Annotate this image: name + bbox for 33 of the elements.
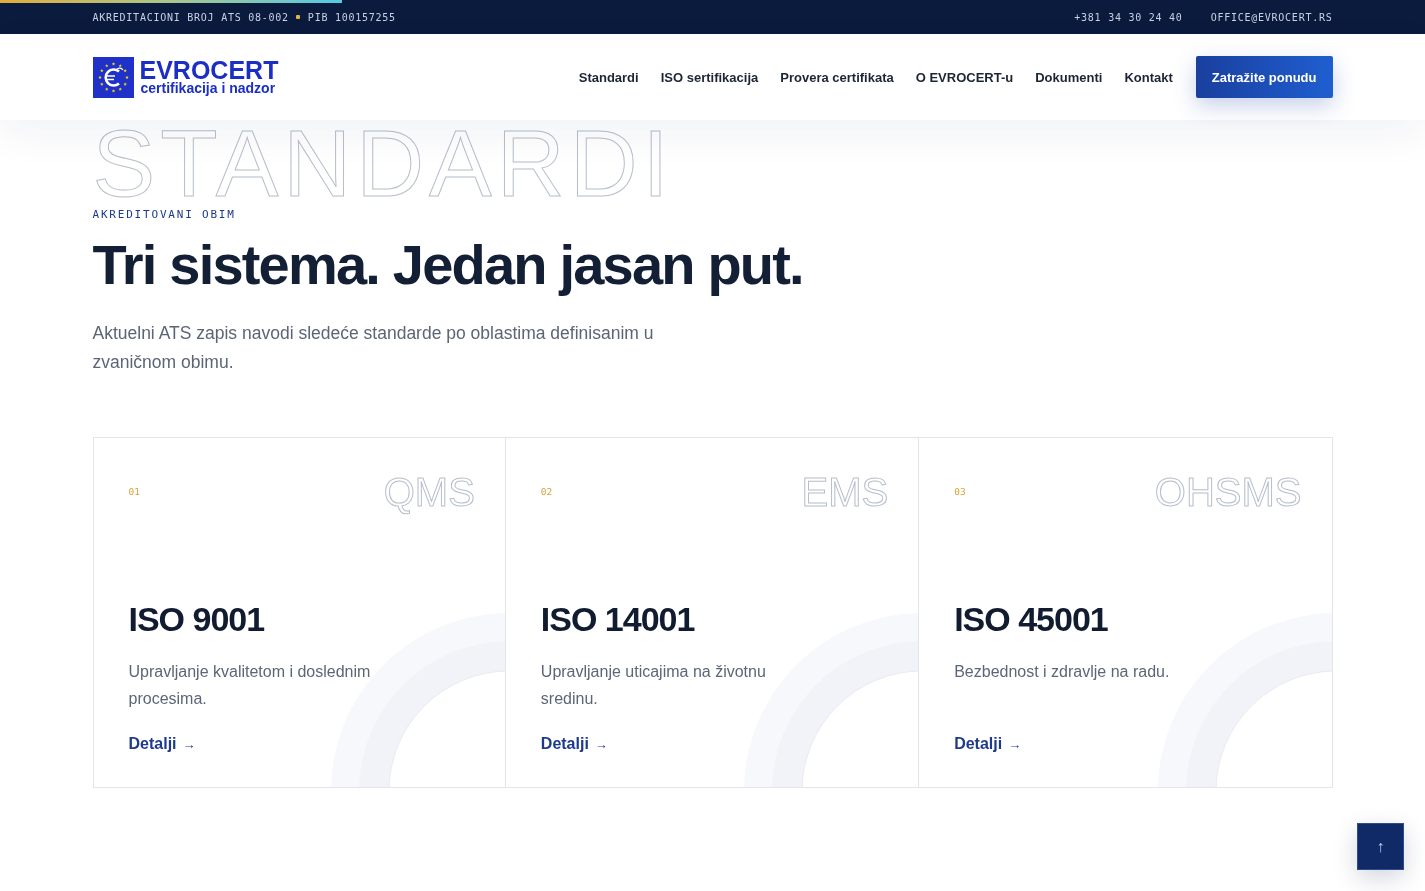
accreditation-number: AKREDITACIONI BROJ ATS 08-002 [92,11,289,23]
nav-link[interactable]: Kontakt [1124,69,1173,85]
outlined-backdrop-heading: STANDARDI [92,121,674,208]
brand-name: EVROCERT [139,59,279,81]
standard-description: Upravljanje uticajima na životnu sredinu. [540,661,767,709]
nav-link[interactable]: Standardi [578,69,639,85]
nav-link[interactable]: Dokumenti [1035,69,1103,85]
details-link[interactable]: Detalji → [540,733,608,755]
logo-emblem-icon [92,56,134,98]
section-eyebrow: AKREDITOVANI OBIM [92,208,236,222]
standard-description: Bezbednost i zdravlje na radu. [954,661,1171,682]
standard-title: ISO 9001 [128,601,265,636]
outlined-system-code: EMS [801,471,889,512]
card-number: 02 [540,486,553,498]
section-heading: Tri sistema. Jedan jasan put. [92,234,803,296]
details-link[interactable]: Detalji → [954,733,1022,755]
nav-link[interactable]: ISO sertifikacija [660,69,759,85]
outlined-system-code: OHSMS [1154,471,1302,512]
nav-link[interactable]: Provera certifikata [780,69,894,85]
brand-tagline: certifikacija i nadzor [140,81,277,95]
nav-link[interactable]: O EVROCERT-u [915,69,1014,85]
phone-number[interactable]: +381 34 30 24 40 [1074,11,1183,23]
back-to-top-button[interactable]: ↑ [1357,823,1404,870]
details-link[interactable]: Detalji → [128,733,196,755]
standard-description: Upravljanje kvalitetom i doslednim procesima. [128,661,372,709]
standard-title: ISO 14001 [540,601,695,636]
email-address[interactable]: OFFICE@EVROCERT.RS [1210,11,1333,23]
standard-title: ISO 45001 [954,601,1108,636]
tax-id: PIB 100157255 [307,11,396,23]
card-number: 01 [128,486,140,498]
request-quote-button[interactable]: Zatražite ponudu [1195,56,1333,98]
card-number: 03 [954,486,966,498]
section-lead: Aktuelni ATS zapis navodi sledeće standarde po oblastima definisanim u zvaničnom obimu. [92,321,655,374]
